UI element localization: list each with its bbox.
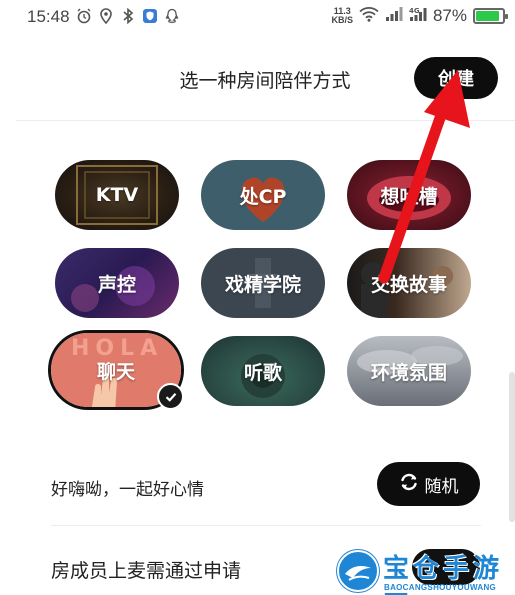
mode-label: 听歌 [243, 361, 282, 384]
mode-story[interactable]: 交换故事 [347, 248, 471, 318]
mode-label: 声控 [97, 273, 136, 296]
mic-approval-label: 房成员上麦需通过申请 [51, 560, 242, 582]
refresh-icon [399, 472, 419, 497]
mode-cp[interactable]: 处CP [201, 160, 325, 230]
signal-4g-icon: 4G [409, 6, 427, 26]
create-button[interactable]: 创建 [414, 57, 498, 99]
header-divider [16, 120, 515, 121]
scrollbar[interactable] [509, 372, 515, 522]
mode-label: 环境氛围 [370, 361, 447, 384]
mode-label: KTV [95, 184, 139, 206]
bluetooth-icon [120, 8, 136, 24]
mode-ktv[interactable]: KTV [55, 160, 179, 230]
network-speed: 11.3 KB/S [331, 7, 353, 25]
battery-icon [473, 8, 508, 24]
watermark-logo-icon [337, 550, 379, 592]
qq-icon [164, 8, 180, 24]
signal-icon-1 [385, 6, 403, 26]
mode-music[interactable]: 听歌 [201, 336, 325, 406]
network-speed-unit: KB/S [331, 15, 353, 25]
status-icons-left [76, 8, 180, 24]
mode-voice[interactable]: 声控 [55, 248, 179, 318]
svg-text:4G: 4G [409, 7, 420, 15]
section-divider [51, 525, 481, 526]
alarm-icon [76, 8, 92, 24]
status-bar: 15:48 11.3 KB/S 4G 87% [0, 0, 515, 34]
watermark-subtitle: BAOCANGSHOUYOUWANG [384, 583, 497, 592]
greeting-text[interactable]: 好嗨呦，一起好心情 [51, 475, 204, 500]
random-button[interactable]: 随机 [377, 462, 480, 506]
location-icon [98, 8, 114, 24]
selected-check-icon [157, 383, 184, 410]
status-icons-right: 11.3 KB/S 4G 87% [331, 6, 508, 26]
mode-label: 想吐槽 [380, 185, 438, 208]
random-label: 随机 [424, 476, 459, 497]
status-time: 15:48 [27, 7, 70, 26]
mode-label: 交换故事 [370, 273, 447, 296]
mode-complain[interactable]: 想吐槽 [347, 160, 471, 230]
wifi-icon [359, 6, 379, 26]
mode-label: 聊天 [96, 360, 135, 383]
mode-drama[interactable]: 戏精学院 [201, 248, 325, 318]
mode-label: 处CP [239, 185, 287, 208]
battery-percentage: 87% [432, 6, 467, 25]
shield-app-icon [142, 8, 158, 24]
mode-ambience[interactable]: 环境氛围 [347, 336, 471, 406]
watermark: 宝仓手游网 BAOCANGSHOUYOUWANG [335, 548, 515, 595]
mode-label: 戏精学院 [224, 273, 301, 296]
